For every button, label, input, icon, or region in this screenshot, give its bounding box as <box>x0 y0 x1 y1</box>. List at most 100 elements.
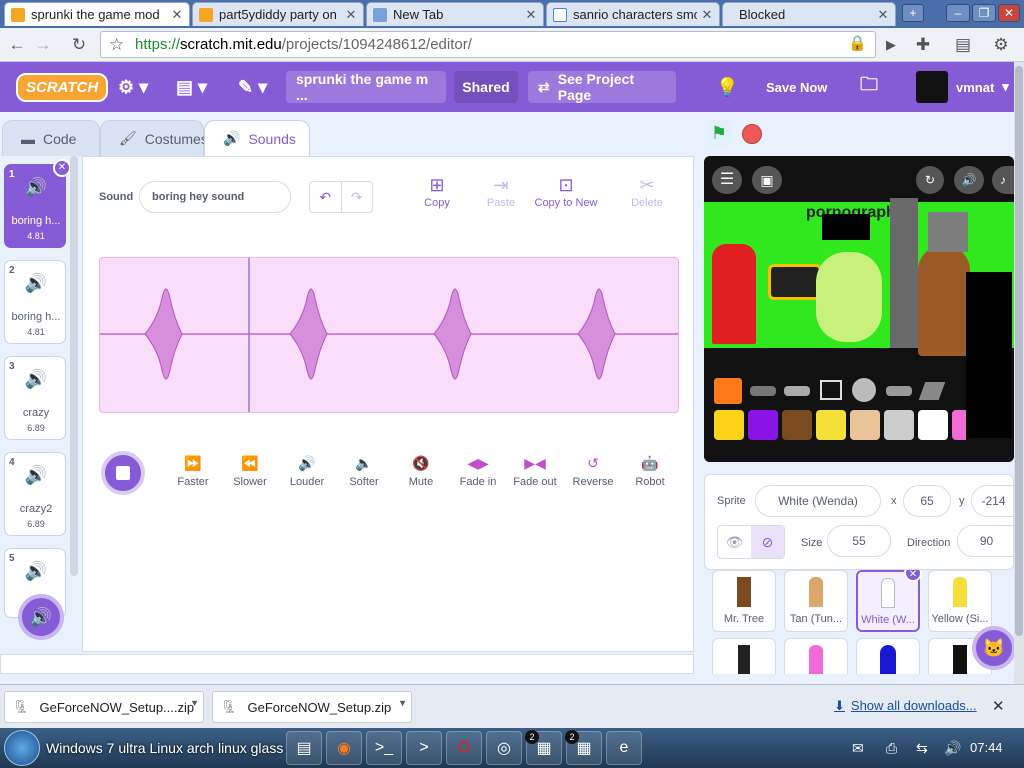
internet-explorer-icon[interactable]: e <box>606 731 642 765</box>
notes-tray-icon[interactable]: ✉ <box>852 740 864 757</box>
effect-reverse-button[interactable]: ↺ Reverse <box>563 455 623 488</box>
effect-fade-in-button[interactable]: ◀▶ Fade in <box>448 455 508 488</box>
powershell-icon[interactable]: > <box>406 731 442 765</box>
clock[interactable]: 07:44 <box>970 740 1003 755</box>
yellow-item-icon[interactable] <box>816 410 846 440</box>
forward-icon[interactable]: → <box>32 34 54 56</box>
sprite-name-input[interactable]: White (Wenda) <box>755 485 881 517</box>
firefox-icon[interactable]: ◉ <box>326 731 362 765</box>
sound-item[interactable]: 2 🔊 boring h... 4.81 <box>4 260 66 344</box>
orange-item-icon[interactable] <box>714 378 742 404</box>
tab-sounds[interactable]: 🔊 Sounds <box>204 120 310 156</box>
paste-button[interactable]: ⇥ Paste <box>469 175 533 209</box>
browser-tab-sprunki[interactable]: sprunki the game mod ✕ <box>4 2 190 26</box>
tan-item-icon[interactable] <box>850 410 880 440</box>
address-bar[interactable]: ☆ https://scratch.mit.edu/projects/10942… <box>100 31 876 58</box>
effect-fade-out-button[interactable]: ▶◀ Fade out <box>505 455 565 488</box>
y-position-input[interactable]: -214 <box>971 485 1015 517</box>
minimize-window-button[interactable]: – <box>946 4 970 22</box>
sound-item[interactable]: 4 🔊 crazy2 6.89 <box>4 452 66 536</box>
browser-tab-sanrio[interactable]: sanrio characters smol ✕ <box>546 2 720 26</box>
tab-code[interactable]: ▬ Code <box>2 120 100 156</box>
sprite-tile[interactable]: Mr. Tree <box>712 570 776 632</box>
effect-softer-button[interactable]: 🔈 Softer <box>334 455 394 488</box>
hide-eye-icon[interactable]: ⊘ <box>751 526 784 558</box>
chevron-down-icon[interactable]: ▼ <box>398 698 407 708</box>
back-icon[interactable]: ← <box>6 34 28 56</box>
spider-item-icon[interactable] <box>852 378 876 402</box>
sound-item[interactable]: 3 🔊 crazy 6.89 <box>4 356 66 440</box>
helmet-item-icon[interactable] <box>886 386 912 396</box>
stop-sign-icon[interactable] <box>742 124 762 144</box>
direction-input[interactable]: 90 <box>957 525 1015 557</box>
page-scrollbar[interactable] <box>1014 62 1024 684</box>
file-menu-icon[interactable]: ▤ ▾ <box>176 62 207 112</box>
pink-item-icon[interactable] <box>952 410 966 440</box>
scratch-logo[interactable]: SCRATCH <box>16 62 109 112</box>
reset-icon[interactable]: ↻ <box>916 166 944 194</box>
sprite-tile[interactable] <box>784 638 848 674</box>
menu-hamburger-icon[interactable]: ☰ <box>712 166 742 194</box>
hat-item-icon[interactable] <box>750 386 776 396</box>
project-title-input[interactable]: sprunki the game m ... <box>286 71 446 103</box>
delete-sound-icon[interactable]: ✕ <box>53 159 71 177</box>
download-item[interactable]: 🗜 GeForceNOW_Setup....zip ▼ <box>4 691 204 723</box>
close-tab-icon[interactable]: ✕ <box>525 7 537 23</box>
network-tray-icon[interactable]: ⇆ <box>916 740 928 757</box>
download-item[interactable]: 🗜 GeForceNOW_Setup.zip ▼ <box>212 691 412 723</box>
reload-icon[interactable]: ↻ <box>68 34 90 56</box>
tree-item-icon[interactable] <box>782 410 812 440</box>
tips-lightbulb-icon[interactable]: 💡 <box>716 62 738 112</box>
file-manager-icon[interactable]: ▤ <box>286 731 322 765</box>
gray-item-icon[interactable] <box>884 410 914 440</box>
choose-sprite-button[interactable]: 🐱 <box>972 626 1014 670</box>
browser-tab-blocked[interactable]: Blocked ✕ <box>722 2 896 26</box>
sprite-tile[interactable]: Yellow (Si... <box>928 570 992 632</box>
effect-louder-button[interactable]: 🔊 Louder <box>277 455 337 488</box>
chevron-down-icon[interactable]: ▼ <box>190 698 199 708</box>
page-scrollbar-thumb[interactable] <box>1015 66 1023 636</box>
my-stuff-folder-icon[interactable]: 🗀 <box>860 62 878 112</box>
copy-to-new-button[interactable]: ⊡ Copy to New <box>529 175 603 209</box>
new-tab-button[interactable]: + <box>902 4 924 22</box>
play-media-icon[interactable]: ▶ <box>880 34 902 56</box>
browser-tab-party[interactable]: part5ydiddy party on Sc ✕ <box>192 2 364 26</box>
page-menu-icon[interactable]: ▤ <box>952 34 974 56</box>
white-item-icon[interactable] <box>918 410 948 440</box>
extensions-icon[interactable]: ✚ <box>912 34 934 56</box>
sun-item-icon[interactable] <box>714 410 744 440</box>
bookmark-star-icon[interactable]: ☆ <box>109 35 124 55</box>
edit-menu-icon[interactable]: ✎ ▾ <box>238 62 267 112</box>
sprite-tile[interactable] <box>856 638 920 674</box>
sound-list-scrollbar[interactable] <box>70 156 78 576</box>
settings-gear-icon[interactable]: ⚙ ▾ <box>118 62 148 112</box>
sound-name-input[interactable]: boring hey sound <box>139 181 291 213</box>
effect-robot-button[interactable]: 🤖 Robot <box>620 455 680 488</box>
save-now-button[interactable]: Save Now <box>766 62 827 112</box>
music-icon[interactable]: ♪ <box>992 166 1014 194</box>
effect-slower-button[interactable]: ⏪ Slower <box>220 455 280 488</box>
tab-costumes[interactable]: 🖌 Costumes <box>100 120 208 156</box>
start-button[interactable] <box>4 730 40 766</box>
terminal-icon[interactable]: >_ <box>366 731 402 765</box>
shared-button[interactable]: Shared <box>454 71 518 103</box>
size-input[interactable]: 55 <box>827 525 891 557</box>
backpack-bar[interactable] <box>0 654 694 674</box>
sprite-tile[interactable] <box>712 638 776 674</box>
browser-tab-new-tab[interactable]: New Tab ✕ <box>366 2 544 26</box>
show-eye-icon[interactable]: 👁 <box>718 526 751 558</box>
redo-icon[interactable]: ↷ <box>342 182 373 212</box>
printer-tray-icon[interactable]: ⎙ <box>886 740 897 757</box>
see-project-page-button[interactable]: ⇄ See Project Page <box>528 71 676 103</box>
opera-icon[interactable]: O <box>446 731 482 765</box>
sound-item[interactable]: 1 🔊 boring h... 4.81 ✕ <box>4 159 71 248</box>
character-menu-icon[interactable]: ▣ <box>752 166 782 194</box>
volume-icon[interactable]: 🔊 <box>954 166 984 194</box>
close-tab-icon[interactable]: ✕ <box>877 7 889 23</box>
undo-icon[interactable]: ↶ <box>310 182 342 212</box>
show-all-downloads-link[interactable]: ⬇ Show all downloads... <box>834 698 977 714</box>
stage-canvas[interactable]: ☰ ▣ ↻ 🔊 ♪ pornograph <box>704 156 1014 462</box>
effect-faster-button[interactable]: ⏩ Faster <box>163 455 223 488</box>
x-position-input[interactable]: 65 <box>903 485 951 517</box>
disc-item-icon[interactable] <box>784 386 810 396</box>
